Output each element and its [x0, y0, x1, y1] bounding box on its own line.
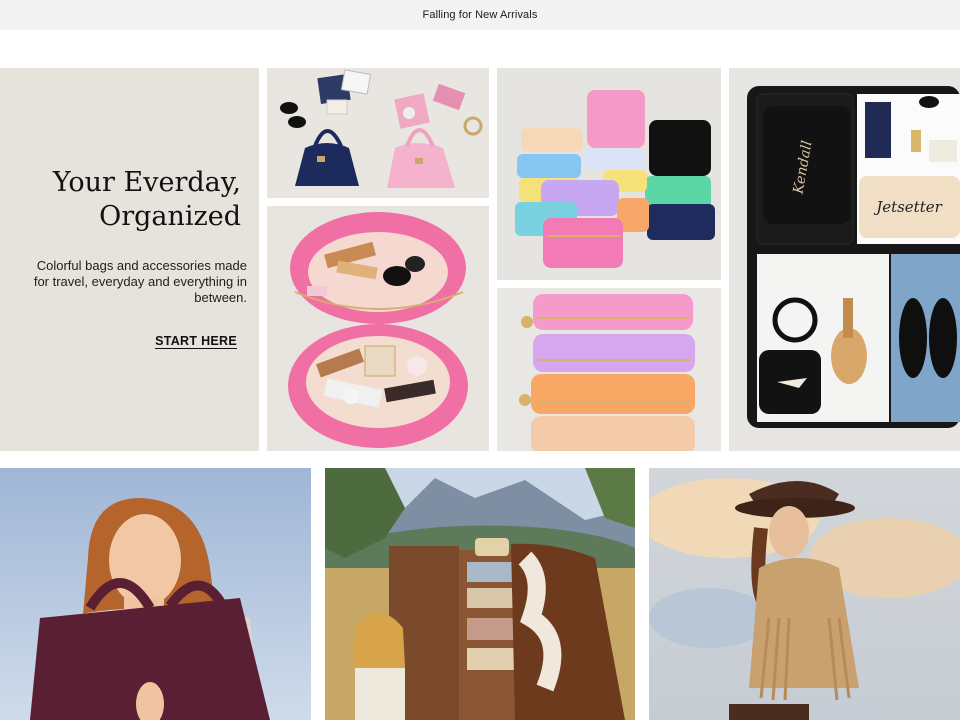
- start-here-link[interactable]: START HERE: [155, 334, 237, 348]
- hero-title: Your Everday, Organized: [11, 166, 241, 234]
- jetsetter-pouch-text: Jetsetter: [873, 198, 942, 216]
- model-in-field-with-cabinet-image[interactable]: [325, 468, 635, 720]
- model-in-fringe-jacket-image[interactable]: [649, 468, 960, 720]
- model-with-suede-tote-image[interactable]: [0, 468, 311, 720]
- flatlay-handbags-image[interactable]: [267, 68, 489, 198]
- model-in-field-with-cabinet-photo: [325, 468, 635, 720]
- hero-title-line-1: Your Everday,: [52, 167, 241, 198]
- hero-title-line-2: Organized: [99, 201, 241, 232]
- open-cosmetic-case-image[interactable]: [267, 206, 489, 451]
- packed-suitcase-image[interactable]: Kendall Jetsetter: [729, 68, 960, 451]
- model-in-fringe-jacket-photo: [649, 468, 960, 720]
- packed-suitcase-photo: Kendall Jetsetter: [729, 68, 960, 451]
- flatlay-handbags-photo: [267, 68, 489, 198]
- stacked-pouches-image[interactable]: [497, 68, 721, 280]
- open-cosmetic-case-photo: [267, 206, 489, 451]
- hero-panel: Your Everday, Organized Colorful bags an…: [0, 68, 259, 451]
- stacked-pouches-photo: [497, 68, 721, 280]
- hero-description: Colorful bags and accessories made for t…: [33, 258, 247, 305]
- announcement-bar: Falling for New Arrivals: [0, 0, 960, 30]
- announcement-text[interactable]: Falling for New Arrivals: [423, 9, 538, 21]
- model-with-suede-tote-photo: [0, 468, 311, 720]
- stacked-pouches-closeup-image[interactable]: [497, 288, 721, 451]
- stacked-pouches-closeup-photo: [497, 288, 721, 451]
